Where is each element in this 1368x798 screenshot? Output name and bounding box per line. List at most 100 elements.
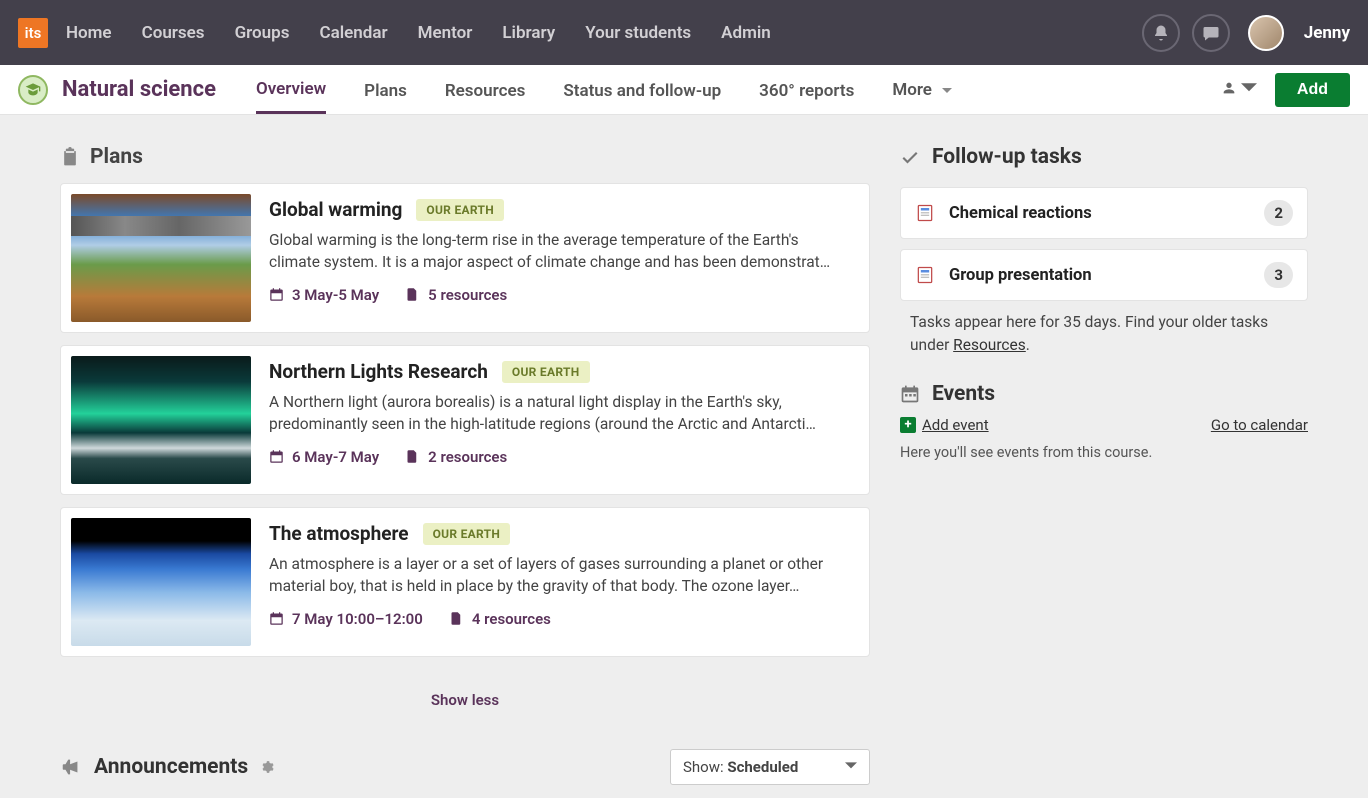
course-header-actions: Add: [1221, 73, 1350, 107]
chevron-down-icon: [942, 81, 952, 101]
followup-note: Tasks appear here for 35 days. Find your…: [910, 311, 1298, 358]
course-icon: [18, 75, 48, 105]
plan-title: Global warming: [269, 198, 402, 221]
tab-360-reports[interactable]: 360° reports: [759, 81, 854, 113]
tab-more-label: More: [892, 80, 932, 100]
plan-title: The atmosphere: [269, 522, 409, 545]
events-heading-text: Events: [932, 382, 995, 406]
announcements-bar: Announcements Show: Scheduled: [60, 749, 870, 785]
chevron-down-icon: [1241, 80, 1257, 96]
megaphone-icon: [60, 756, 82, 778]
main: Plans Global warming OUR EARTH Global wa…: [0, 115, 1368, 785]
plans-heading: Plans: [60, 145, 870, 169]
plan-card[interactable]: The atmosphere OUR EARTH An atmosphere i…: [60, 507, 870, 657]
tab-resources[interactable]: Resources: [445, 81, 526, 113]
calendar-icon: [269, 287, 284, 302]
show-less-link[interactable]: Show less: [60, 669, 870, 749]
nav-admin[interactable]: Admin: [721, 23, 771, 43]
plan-body: The atmosphere OUR EARTH An atmosphere i…: [261, 508, 869, 656]
plan-date-text: 3 May-5 May: [292, 286, 379, 304]
followup-heading: Follow-up tasks: [900, 145, 1308, 169]
filter-label: Show:: [683, 758, 727, 776]
course-tabs: Overview Plans Resources Status and foll…: [256, 79, 952, 100]
events-heading: Events: [900, 382, 1308, 406]
go-to-calendar-link[interactable]: Go to calendar: [1211, 416, 1308, 434]
username[interactable]: Jenny: [1304, 23, 1350, 43]
tab-plans[interactable]: Plans: [364, 81, 407, 113]
tab-status-followup[interactable]: Status and follow-up: [563, 81, 721, 113]
topnav-items: Home Courses Groups Calendar Mentor Libr…: [66, 23, 771, 43]
document-icon: [915, 265, 935, 285]
plan-meta: 6 May-7 May 2 resources: [269, 448, 851, 466]
right-column: Follow-up tasks Chemical reactions 2 Gro…: [900, 145, 1308, 785]
nav-your-students[interactable]: Your students: [585, 23, 691, 43]
plan-thumbnail: [71, 356, 251, 484]
plan-date: 3 May-5 May: [269, 286, 379, 304]
plan-resources: 5 resources: [405, 286, 507, 304]
course-title: Natural science: [62, 77, 216, 102]
plan-tag: OUR EARTH: [502, 361, 590, 383]
avatar[interactable]: [1248, 15, 1284, 51]
logo[interactable]: its: [18, 18, 48, 48]
document-icon: [915, 203, 935, 223]
filter-value: Scheduled: [727, 758, 798, 776]
plans-heading-text: Plans: [90, 145, 143, 169]
task-card[interactable]: Group presentation 3: [900, 249, 1308, 301]
plan-card[interactable]: Global warming OUR EARTH Global warming …: [60, 183, 870, 333]
gear-icon[interactable]: [260, 760, 274, 774]
plan-thumbnail: [71, 194, 251, 322]
topnav-right: Jenny: [1142, 14, 1350, 52]
task-title: Chemical reactions: [949, 204, 1250, 223]
plan-description: A Northern light (aurora borealis) is a …: [269, 391, 851, 436]
add-event-link[interactable]: + Add event: [900, 416, 989, 434]
messages-icon[interactable]: [1192, 14, 1230, 52]
tab-overview[interactable]: Overview: [256, 79, 326, 114]
plan-description: Global warming is the long-term rise in …: [269, 229, 851, 274]
course-header: Natural science Overview Plans Resources…: [0, 65, 1368, 115]
plan-resources: 4 resources: [449, 610, 551, 628]
add-event-label: Add event: [922, 416, 989, 434]
nav-library[interactable]: Library: [502, 23, 555, 43]
events-actions: + Add event Go to calendar: [900, 416, 1308, 434]
task-count: 2: [1264, 200, 1293, 226]
document-icon: [405, 287, 420, 302]
task-card[interactable]: Chemical reactions 2: [900, 187, 1308, 239]
clipboard-icon: [60, 147, 80, 167]
task-count: 3: [1264, 262, 1293, 288]
plan-tag: OUR EARTH: [423, 523, 511, 545]
plan-title: Northern Lights Research: [269, 360, 488, 383]
calendar-icon: [269, 611, 284, 626]
notifications-icon[interactable]: [1142, 14, 1180, 52]
plan-date-text: 7 May 10:00–12:00: [292, 610, 423, 628]
plan-date-text: 6 May-7 May: [292, 448, 379, 466]
announcements-filter[interactable]: Show: Scheduled: [670, 749, 870, 785]
chevron-down-icon: [845, 758, 857, 776]
plan-resources-text: 5 resources: [428, 286, 507, 304]
plan-thumbnail: [71, 518, 251, 646]
announcements-heading: Announcements: [94, 755, 248, 779]
calendar-icon: [900, 384, 920, 404]
plan-date: 6 May-7 May: [269, 448, 379, 466]
plan-meta: 3 May-5 May 5 resources: [269, 286, 851, 304]
nav-mentor[interactable]: Mentor: [418, 23, 473, 43]
plan-resources-text: 2 resources: [428, 448, 507, 466]
followup-heading-text: Follow-up tasks: [932, 145, 1082, 169]
resources-link[interactable]: Resources: [953, 336, 1026, 354]
calendar-icon: [269, 449, 284, 464]
plan-description: An atmosphere is a layer or a set of lay…: [269, 553, 851, 598]
tab-more[interactable]: More: [892, 80, 952, 113]
plan-body: Global warming OUR EARTH Global warming …: [261, 184, 869, 332]
top-nav: its Home Courses Groups Calendar Mentor …: [0, 0, 1368, 65]
user-dropdown[interactable]: [1221, 80, 1257, 100]
plan-tag: OUR EARTH: [416, 199, 504, 221]
nav-calendar[interactable]: Calendar: [319, 23, 387, 43]
followup-note-suffix: .: [1026, 336, 1030, 354]
plan-card[interactable]: Northern Lights Research OUR EARTH A Nor…: [60, 345, 870, 495]
plan-resources: 2 resources: [405, 448, 507, 466]
nav-courses[interactable]: Courses: [142, 23, 205, 43]
nav-groups[interactable]: Groups: [235, 23, 290, 43]
plan-meta: 7 May 10:00–12:00 4 resources: [269, 610, 851, 628]
nav-home[interactable]: Home: [66, 23, 112, 43]
add-button[interactable]: Add: [1275, 73, 1350, 107]
document-icon: [449, 611, 464, 626]
